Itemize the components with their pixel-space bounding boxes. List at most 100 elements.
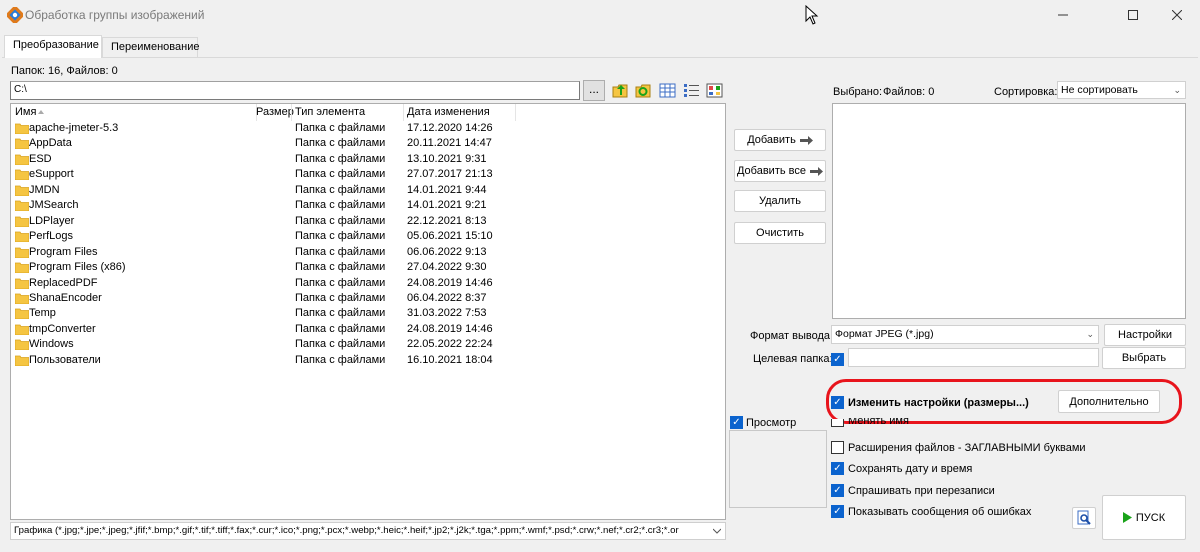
table-row[interactable]: ESD Папка с файлами 13.10.2021 9:31 <box>11 152 725 167</box>
play-icon <box>1122 512 1132 523</box>
rename-option[interactable]: Менять имя <box>831 418 909 427</box>
table-row[interactable]: Program Files (x86) Папка с файлами 27.04.… <box>11 260 725 275</box>
preview-zoom-button[interactable] <box>1072 507 1096 529</box>
file-type: Папка с файлами <box>295 152 386 165</box>
minimize-button[interactable] <box>1040 0 1086 30</box>
file-type: Папка с файлами <box>295 183 386 196</box>
file-type-filter[interactable]: Графика (*.jpg;*.jpe;*.jpeg;*.jfif;*.bmp… <box>10 522 726 540</box>
folder-icon <box>15 308 29 320</box>
maximize-button[interactable] <box>1110 0 1156 30</box>
folder-icon <box>15 339 29 351</box>
table-row[interactable]: ShanaEncoder Папка с файлами 06.04.2022 8:… <box>11 291 725 306</box>
table-row[interactable]: eSupport Папка с файлами 27.07.2017 21:13 <box>11 167 725 182</box>
ask-overwrite-option[interactable]: ✓ Спрашивать при перезаписи <box>831 483 995 498</box>
keep-date-option[interactable]: ✓ Сохранять дату и время <box>831 461 972 476</box>
clear-button[interactable]: Очистить <box>734 222 826 244</box>
table-row[interactable]: Temp Папка с файлами 31.03.2022 7:53 <box>11 306 725 321</box>
table-row[interactable]: ReplacedPDF Папка с файлами 24.08.2019 14:… <box>11 276 725 291</box>
target-folder-input[interactable] <box>848 348 1099 367</box>
table-row[interactable]: Пользователи Папка с файлами 16.10.2021 18… <box>11 353 725 368</box>
output-format-label: Формат вывода: <box>750 330 834 342</box>
file-name: apache-jmeter-5.3 <box>29 122 119 134</box>
app-icon <box>7 7 23 23</box>
file-date: 24.08.2019 14:46 <box>407 322 493 335</box>
file-name: Пользователи <box>29 353 101 366</box>
table-row[interactable]: JMDN Папка с файлами 14.01.2021 9:44 <box>11 183 725 198</box>
maximize-icon <box>1128 10 1138 20</box>
view-details-icon[interactable] <box>659 82 676 99</box>
add-all-button-label: Добавить все <box>736 165 806 177</box>
table-row[interactable]: Program Files Папка с файлами 06.06.2022 9… <box>11 245 725 260</box>
folder-up-icon[interactable] <box>612 82 629 99</box>
add-all-button[interactable]: Добавить все <box>734 160 826 182</box>
close-button[interactable] <box>1154 0 1200 30</box>
output-format-select[interactable]: Формат JPEG (*.jpg) ⌄ <box>831 325 1099 344</box>
preview-toggle[interactable]: ✓ Просмотр <box>730 416 796 429</box>
file-type: Папка с файлами <box>295 353 386 366</box>
show-errors-checkbox[interactable]: ✓ <box>831 505 844 518</box>
sort-select[interactable]: Не сортировать ⌄ <box>1057 81 1186 99</box>
keep-date-label: Сохранять дату и время <box>848 462 973 475</box>
file-date: 06.04.2022 8:37 <box>407 291 487 304</box>
preview-label: Просмотр <box>746 416 797 429</box>
column-header-name[interactable]: Имя <box>15 106 36 118</box>
table-row[interactable]: apache-jmeter-5.3 Папка с файлами 17.12.20… <box>11 121 725 136</box>
file-type: Папка с файлами <box>295 322 386 335</box>
file-name: ReplacedPDF <box>29 276 98 289</box>
file-type: Папка с файлами <box>295 168 386 181</box>
table-row[interactable]: LDPlayer Папка с файлами 22.12.2021 8:13 <box>11 214 725 229</box>
minimize-icon <box>1058 14 1068 16</box>
table-row[interactable]: PerfLogs Папка с файлами 05.06.2021 15:10 <box>11 229 725 244</box>
choose-folder-button[interactable]: Выбрать <box>1102 347 1186 369</box>
show-errors-option[interactable]: ✓ Показывать сообщения об ошибках <box>831 504 1031 519</box>
preview-checkbox[interactable]: ✓ <box>730 416 743 429</box>
tab-conversion[interactable]: Преобразование <box>4 35 102 58</box>
window-title: Обработка группы изображений <box>25 8 205 22</box>
table-row[interactable]: AppData Папка с файлами 20.11.2021 14:47 <box>11 136 725 151</box>
file-name: PerfLogs <box>29 230 74 243</box>
keep-date-checkbox[interactable]: ✓ <box>831 462 844 475</box>
table-row[interactable]: Windows Папка с файлами 22.05.2022 22:24 <box>11 337 725 352</box>
tab-rename[interactable]: Переименование <box>102 37 199 57</box>
file-name: eSupport <box>29 168 74 181</box>
folder-icon <box>15 231 29 243</box>
path-input[interactable]: C:\ <box>10 81 580 100</box>
uppercase-extensions-checkbox[interactable] <box>831 441 844 454</box>
view-list-icon[interactable] <box>683 82 700 99</box>
column-header-type[interactable]: Тип элемента <box>295 106 365 118</box>
folder-refresh-icon[interactable] <box>635 82 652 99</box>
column-header-date[interactable]: Дата изменения <box>407 106 490 118</box>
file-type: Папка с файлами <box>295 137 386 150</box>
chevron-down-icon <box>713 528 721 534</box>
view-thumbnails-icon[interactable] <box>706 82 723 99</box>
table-row[interactable]: tmpConverter Папка с файлами 24.08.2019 14… <box>11 322 725 337</box>
file-name: tmpConverter <box>29 322 96 335</box>
file-date: 20.11.2021 14:47 <box>407 137 492 150</box>
file-date: 16.10.2021 18:04 <box>407 353 493 366</box>
sort-ascending-icon <box>38 110 44 114</box>
file-type: Папка с файлами <box>295 307 386 320</box>
uppercase-extensions-option[interactable]: Расширения файлов - ЗАГЛАВНЫМИ буквами <box>831 440 1086 455</box>
remove-button[interactable]: Удалить <box>734 190 826 212</box>
file-type: Папка с файлами <box>295 261 386 274</box>
file-list[interactable]: Имя Размер Тип элемента Дата изменения a… <box>10 103 726 520</box>
folder-icon <box>15 185 29 196</box>
start-button[interactable]: ПУСК <box>1102 495 1186 540</box>
start-button-label: ПУСК <box>1135 511 1166 524</box>
folder-icon <box>15 216 29 227</box>
format-settings-button[interactable]: Настройки <box>1104 324 1186 346</box>
file-date: 27.07.2017 21:13 <box>407 168 493 181</box>
selected-file-count: Файлов: 0 <box>883 86 935 98</box>
file-date: 06.06.2022 9:13 <box>407 245 487 258</box>
browse-button[interactable]: ... <box>583 80 605 101</box>
folder-icon <box>15 324 29 335</box>
file-name: ShanaEncoder <box>29 291 102 304</box>
rename-checkbox[interactable] <box>831 419 844 427</box>
add-button[interactable]: Добавить <box>734 129 826 151</box>
table-row[interactable]: JMSearch Папка с файлами 14.01.2021 9:21 <box>11 198 725 213</box>
ask-overwrite-checkbox[interactable]: ✓ <box>831 484 844 497</box>
file-date: 31.03.2022 7:53 <box>407 307 487 320</box>
column-header-size[interactable]: Размер <box>256 106 294 118</box>
target-folder-checkbox[interactable]: ✓ <box>831 353 844 366</box>
selected-files-list[interactable] <box>832 103 1186 319</box>
